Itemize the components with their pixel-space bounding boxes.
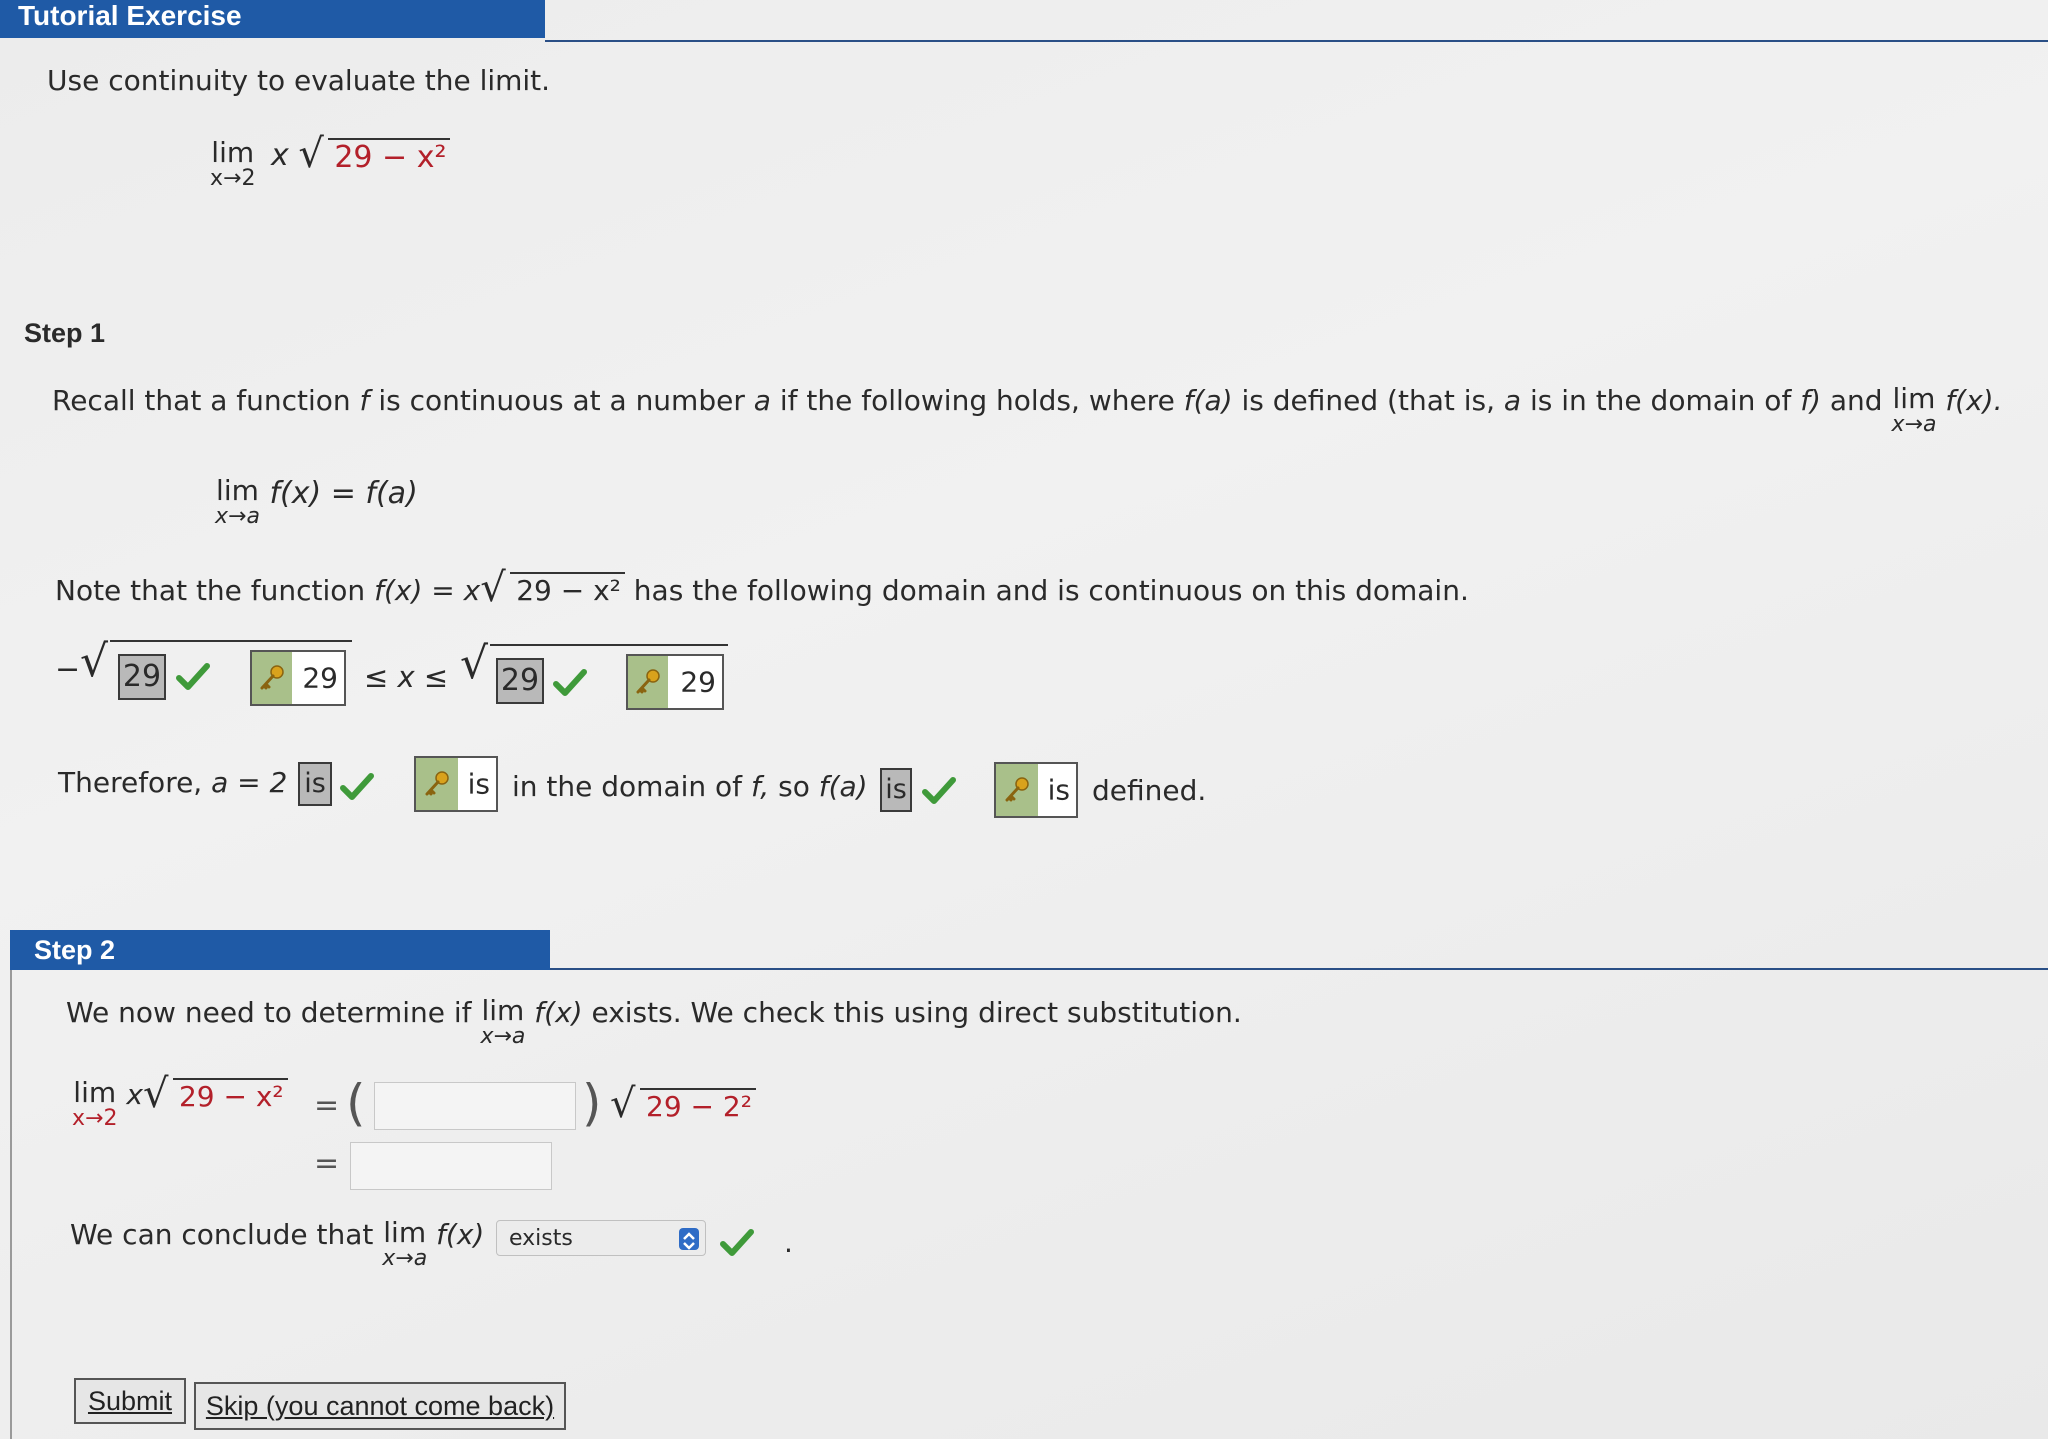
step1-recall: Recall that a function f is continuous a…	[52, 382, 2003, 437]
domain-vinculum-left	[110, 640, 352, 642]
period: .	[784, 1226, 793, 1259]
therefore-middle: in the domain of f, so f(a)	[512, 770, 868, 803]
therefore-label: Therefore, a = 2	[58, 766, 288, 799]
therefore-end: defined.	[1092, 774, 1207, 807]
key-is-1: is	[414, 756, 498, 812]
step1-title: Step 1	[24, 318, 106, 348]
select-value: exists	[509, 1226, 573, 1251]
lhs-sqrt: √ 29 − x²	[143, 1074, 288, 1114]
key-icon	[996, 764, 1038, 816]
submit-button[interactable]: Submit	[74, 1378, 186, 1424]
domain-answer-lower[interactable]: 29	[118, 654, 166, 700]
result-input[interactable]	[350, 1142, 552, 1190]
tutorial-header: Tutorial Exercise	[0, 0, 545, 38]
select-arrows-icon	[679, 1228, 699, 1250]
left-paren: (	[346, 1074, 366, 1132]
right-paren: )	[582, 1074, 602, 1132]
domain-inequality: ≤ x ≤	[364, 660, 449, 694]
step2-title: Step 2	[34, 935, 116, 965]
step2-rule	[550, 968, 2048, 970]
exists-select[interactable]: exists	[496, 1220, 706, 1256]
equals-sign: =	[314, 1088, 340, 1123]
substitution-input[interactable]	[374, 1082, 576, 1130]
problem-sqrt: √ 29 − x²	[298, 134, 451, 175]
key-icon	[416, 758, 458, 810]
correct-check-icon	[340, 772, 374, 802]
step2-header: Step 2	[10, 930, 550, 970]
correct-check-icon	[720, 1228, 754, 1258]
step1-note: Note that the function f(x) = x √ 29 − x…	[55, 565, 1469, 611]
skip-button[interactable]: Skip (you cannot come back)	[194, 1382, 566, 1430]
header-title: Tutorial Exercise	[18, 0, 242, 31]
key-icon	[628, 656, 668, 708]
equals-sign: =	[314, 1146, 340, 1181]
answer-is-1[interactable]: is	[298, 762, 332, 806]
instruction: Use continuity to evaluate the limit.	[47, 64, 551, 97]
step2-intro: We now need to determine if lim x→a f(x)…	[66, 994, 1242, 1049]
substitution-lhs: lim x→2 x √ 29 − x²	[72, 1074, 288, 1130]
key-answer-upper: 29	[626, 654, 724, 710]
correct-check-icon	[553, 668, 587, 698]
problem-limit: lim x→2 x √ 29 − x²	[210, 134, 451, 193]
neg-sign: −	[55, 652, 81, 687]
continuity-definition: lim x→a f(x) = f(a)	[215, 474, 418, 529]
key-answer-lower: 29	[250, 650, 346, 706]
domain-answer-upper[interactable]: 29	[496, 658, 544, 704]
domain-vinculum-right	[490, 644, 728, 646]
conclude-text: We can conclude that lim x→a f(x)	[70, 1216, 485, 1271]
key-is-2: is	[994, 762, 1078, 818]
step2-left-border	[10, 970, 12, 1439]
substitution-sqrt: √ 29 − 2²	[610, 1084, 756, 1124]
answer-is-2[interactable]: is	[880, 768, 912, 812]
note-sqrt: √ 29 − x²	[480, 568, 625, 608]
correct-check-icon	[176, 662, 210, 692]
domain-sqrt-right: √	[460, 638, 489, 689]
key-icon	[252, 652, 292, 704]
correct-check-icon	[922, 776, 956, 806]
domain-sqrt-left: √	[80, 636, 109, 687]
header-rule	[545, 40, 2048, 42]
